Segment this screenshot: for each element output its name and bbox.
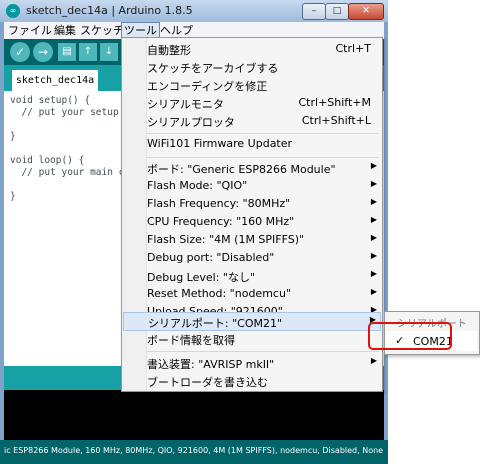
menu-item-reset-method[interactable]: Reset Method: "nodemcu" ▶ (123, 285, 381, 304)
save-sketch-icon[interactable]: ↓ (100, 43, 118, 61)
code-line: void setup() { (10, 95, 91, 106)
title-bar[interactable]: ∞ sketch_dec14a | Arduino 1.8.5 – □ ✕ (0, 0, 388, 22)
submenu-arrow-icon: ▶ (370, 233, 377, 242)
annotation-highlight-box (368, 322, 452, 350)
minimize-button[interactable]: – (302, 3, 326, 20)
menu-item-label: Debug Level: "なし" (147, 271, 256, 284)
menu-separator (147, 133, 379, 134)
menu-item-burn-bootloader[interactable]: ブートローダを書き込む (123, 372, 381, 391)
menu-item-flash-size[interactable]: Flash Size: "4M (1M SPIFFS)" ▶ (123, 231, 381, 250)
submenu-arrow-icon: ▶ (370, 269, 377, 278)
menu-item-serial-monitor[interactable]: シリアルモニタ Ctrl+Shift+M (123, 94, 381, 113)
code-line: } (10, 191, 16, 202)
maximize-button[interactable]: □ (325, 3, 349, 20)
open-sketch-icon[interactable]: ↑ (79, 43, 97, 61)
menu-item-label: シリアルポート: "COM21" (148, 317, 283, 330)
menu-item-cpu-frequency[interactable]: CPU Frequency: "160 MHz" ▶ (123, 213, 381, 232)
menu-item-label: エンコーディングを修正 (147, 80, 268, 93)
menu-item-label: Flash Frequency: "80MHz" (147, 197, 291, 210)
menu-item-debug-port[interactable]: Debug port: "Disabled" ▶ (123, 249, 381, 268)
menu-item-flash-frequency[interactable]: Flash Frequency: "80MHz" ▶ (123, 195, 381, 214)
window-title: sketch_dec14a | Arduino 1.8.5 (26, 4, 193, 17)
menu-item-label: スケッチをアーカイブする (147, 62, 279, 75)
menu-item-fix-encoding[interactable]: エンコーディングを修正 (123, 76, 381, 95)
board-info-footer: ic ESP8266 Module, 160 MHz, 80MHz, QIO, … (0, 440, 388, 464)
menu-item-label: Debug port: "Disabled" (147, 251, 275, 264)
close-button[interactable]: ✕ (348, 3, 384, 20)
menu-item-board[interactable]: ボード: "Generic ESP8266 Module" ▶ (123, 159, 381, 178)
menu-sketch[interactable]: スケッチ (78, 22, 126, 39)
menu-item-serial-port[interactable]: シリアルポート: "COM21" ▶ (123, 312, 381, 331)
console-output (4, 390, 384, 440)
submenu-arrow-icon: ▶ (370, 251, 377, 260)
submenu-arrow-icon: ▶ (370, 197, 377, 206)
menu-item-label: ブートローダを書き込む (147, 376, 268, 389)
menu-file[interactable]: ファイル (6, 22, 54, 39)
shortcut-label: Ctrl+T (335, 42, 371, 55)
submenu-arrow-icon: ▶ (370, 179, 377, 188)
menu-item-label: 自動整形 (147, 44, 191, 57)
code-line: } (10, 131, 16, 142)
upload-icon[interactable]: → (33, 42, 53, 62)
menu-item-label: シリアルプロッタ (147, 116, 235, 129)
menu-item-label: CPU Frequency: "160 MHz" (147, 215, 295, 228)
arduino-logo-icon: ∞ (6, 4, 20, 18)
menu-item-auto-format[interactable]: 自動整形 Ctrl+T (123, 40, 381, 59)
menu-separator (147, 351, 379, 352)
menu-item-programmer[interactable]: 書込装置: "AVRISP mkII" ▶ (123, 354, 381, 373)
menu-item-label: Flash Mode: "QIO" (147, 179, 248, 192)
verify-icon[interactable]: ✓ (10, 42, 30, 62)
menu-item-debug-level[interactable]: Debug Level: "なし" ▶ (123, 267, 381, 286)
submenu-arrow-icon: ▶ (370, 215, 377, 224)
menu-item-label: Reset Method: "nodemcu" (147, 287, 291, 300)
tools-dropdown-menu: 自動整形 Ctrl+T スケッチをアーカイブする エンコーディングを修正 シリア… (121, 37, 383, 392)
code-line: void loop() { (10, 155, 85, 166)
submenu-arrow-icon: ▶ (370, 287, 377, 296)
menu-item-serial-plotter[interactable]: シリアルプロッタ Ctrl+Shift+L (123, 112, 381, 131)
submenu-arrow-icon: ▶ (370, 161, 377, 170)
menu-separator (147, 157, 379, 158)
tab-sketch[interactable]: sketch_dec14a (12, 70, 98, 91)
menu-item-flash-mode[interactable]: Flash Mode: "QIO" ▶ (123, 177, 381, 196)
menu-item-get-board-info[interactable]: ボード情報を取得 (123, 330, 381, 349)
menu-item-wifi101-updater[interactable]: WiFi101 Firmware Updater (123, 135, 381, 154)
menu-item-label: 書込装置: "AVRISP mkII" (147, 358, 275, 371)
new-sketch-icon[interactable]: ▤ (58, 43, 76, 61)
shortcut-label: Ctrl+Shift+L (301, 114, 371, 127)
menu-item-archive-sketch[interactable]: スケッチをアーカイブする (123, 58, 381, 77)
shortcut-label: Ctrl+Shift+M (298, 96, 372, 109)
menu-item-label: Flash Size: "4M (1M SPIFFS)" (147, 233, 305, 246)
menu-item-label: ボード情報を取得 (147, 334, 235, 347)
menu-item-label: ボード: "Generic ESP8266 Module" (147, 163, 336, 176)
submenu-arrow-icon: ▶ (370, 356, 377, 365)
menu-item-label: シリアルモニタ (147, 98, 224, 111)
board-info-text: ic ESP8266 Module, 160 MHz, 80MHz, QIO, … (4, 446, 384, 455)
menu-item-label: WiFi101 Firmware Updater (147, 137, 293, 150)
menu-edit[interactable]: 編集 (52, 22, 78, 39)
